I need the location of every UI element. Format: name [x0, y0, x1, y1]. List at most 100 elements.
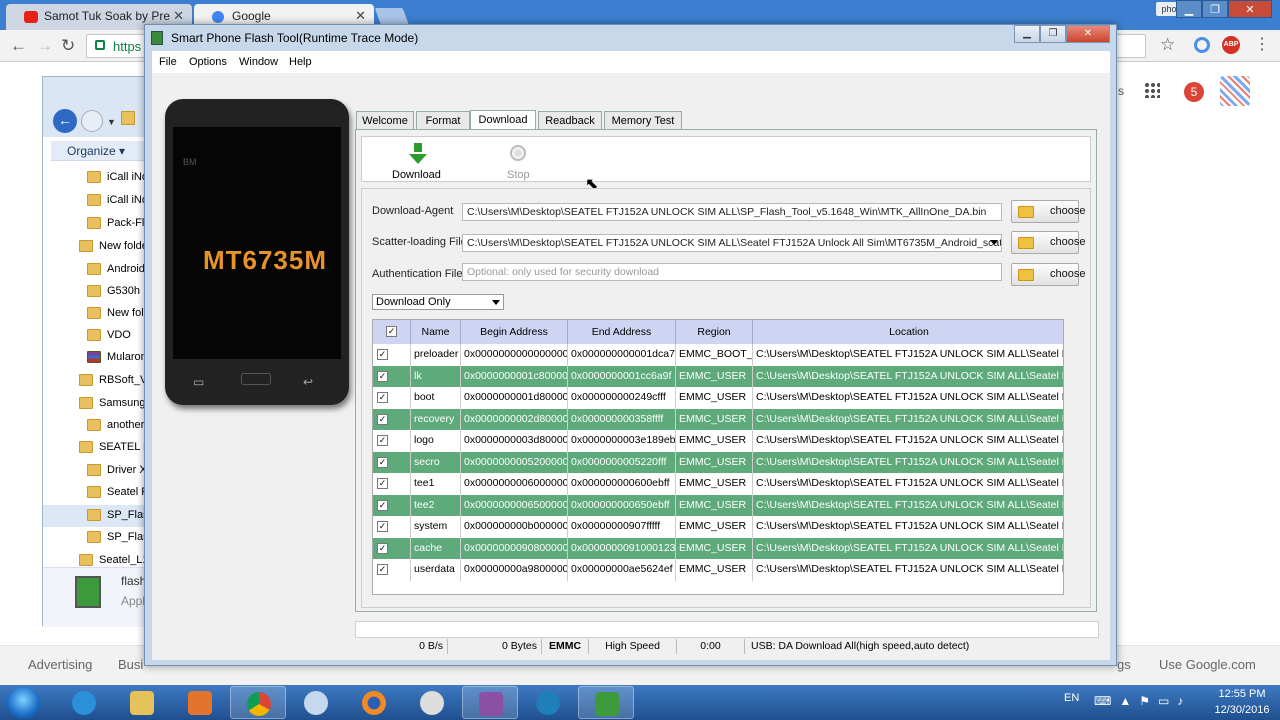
- tab-readback[interactable]: Readback: [538, 111, 602, 130]
- explorer-item[interactable]: iCall iNot: [43, 190, 155, 212]
- clock-time[interactable]: 12:55 PM: [1212, 688, 1272, 700]
- explorer-item[interactable]: Mularoni: [43, 347, 155, 369]
- auth-file-field[interactable]: Optional: only used for security downloa…: [462, 263, 1002, 281]
- tray-icons[interactable]: ⌨▲⚑▭♪: [1094, 694, 1191, 708]
- maximize-icon[interactable]: ❐: [1040, 25, 1066, 43]
- start-button[interactable]: [6, 687, 40, 719]
- partition-checkbox[interactable]: ✓: [377, 521, 388, 532]
- close-tab-icon[interactable]: ✕: [173, 8, 184, 24]
- partition-checkbox[interactable]: ✓: [377, 478, 388, 489]
- close-icon[interactable]: ✕: [1228, 0, 1272, 18]
- taskbar-video[interactable]: [520, 686, 576, 719]
- close-icon[interactable]: ✕: [1066, 25, 1110, 43]
- partition-checkbox[interactable]: ✓: [377, 456, 388, 468]
- chrome-menu-icon[interactable]: ⋮: [1254, 34, 1270, 54]
- forward-icon[interactable]: →: [36, 36, 53, 56]
- choose-scatter-button[interactable]: choose: [1011, 231, 1085, 254]
- explorer-item[interactable]: iCall iNot: [43, 167, 155, 189]
- scatter-file-select[interactable]: C:\Users\M\Desktop\SEATEL FTJ152A UNLOCK…: [462, 234, 1002, 252]
- partition-checkbox[interactable]: ✓: [377, 564, 388, 575]
- partition-checkbox[interactable]: ✓: [377, 370, 388, 382]
- tab-format[interactable]: Format: [416, 111, 470, 130]
- table-row[interactable]: ✓ system 0x000000000b000000 0x00000000907ff…: [373, 516, 1063, 538]
- back-icon[interactable]: ←: [53, 109, 77, 133]
- menu-help[interactable]: Help: [289, 56, 312, 68]
- close-tab-icon[interactable]: ✕: [355, 8, 366, 24]
- table-row[interactable]: ✓ lk 0x0000000001c80000 0x0000000001cc6a9f E…: [373, 365, 1063, 387]
- explorer-item[interactable]: New fold: [43, 303, 155, 325]
- explorer-item[interactable]: another_: [43, 415, 155, 437]
- star-icon[interactable]: ☆: [1160, 35, 1175, 55]
- explorer-item[interactable]: SP_Flash: [43, 527, 155, 549]
- menu-options[interactable]: Options: [189, 56, 227, 68]
- table-row[interactable]: ✓ tee2 0x0000000006500000 0x000000000650ebf…: [373, 494, 1063, 516]
- explorer-item[interactable]: Driver Xi: [43, 460, 155, 482]
- footer-link-business[interactable]: Busi: [118, 657, 143, 672]
- taskbar-media[interactable]: [172, 686, 228, 719]
- download-mode-select[interactable]: Download Only: [372, 294, 504, 310]
- organize-button[interactable]: Organize ▾: [51, 141, 155, 161]
- taskbar-tool[interactable]: [462, 686, 518, 719]
- extension-icon[interactable]: [1194, 37, 1210, 53]
- partition-checkbox[interactable]: ✓: [377, 499, 388, 511]
- tab-download[interactable]: Download: [470, 110, 536, 130]
- choose-auth-button[interactable]: choose: [1011, 263, 1085, 286]
- explorer-item[interactable]: VDO: [43, 325, 155, 347]
- explorer-item[interactable]: New folde: [43, 236, 155, 258]
- explorer-item[interactable]: RBSoft_V1: [43, 370, 155, 392]
- tab-memory-test[interactable]: Memory Test: [604, 111, 682, 130]
- forward-icon[interactable]: [81, 110, 103, 132]
- chevron-down-icon[interactable]: ▼: [107, 117, 116, 127]
- table-row[interactable]: ✓ cache 0x0000000090800000 0x00000000910001…: [373, 537, 1063, 559]
- taskbar-firefox[interactable]: [346, 686, 402, 719]
- table-row[interactable]: ✓ logo 0x0000000003d80000 0x0000000003e189e…: [373, 430, 1063, 452]
- back-icon[interactable]: ←: [10, 36, 27, 56]
- taskbar-messenger[interactable]: [404, 686, 460, 719]
- col-begin[interactable]: Begin Address: [461, 320, 568, 344]
- taskbar-chrome[interactable]: [230, 686, 286, 719]
- footer-link-settings[interactable]: gs: [1117, 657, 1131, 672]
- choose-da-button[interactable]: choose: [1011, 200, 1085, 223]
- avatar[interactable]: [1220, 76, 1250, 106]
- minimize-icon[interactable]: ▁: [1176, 0, 1202, 18]
- partition-checkbox[interactable]: ✓: [377, 392, 388, 403]
- footer-link-use-google[interactable]: Use Google.com: [1159, 657, 1256, 672]
- partition-checkbox[interactable]: ✓: [377, 542, 388, 554]
- col-location[interactable]: Location: [753, 320, 1063, 344]
- reload-icon[interactable]: ↻: [61, 36, 75, 56]
- partition-checkbox[interactable]: ✓: [377, 349, 388, 360]
- notification-badge[interactable]: 5: [1184, 82, 1204, 102]
- table-row[interactable]: ✓ boot 0x0000000001d80000 0x000000000249cff…: [373, 387, 1063, 409]
- language-indicator[interactable]: EN: [1064, 692, 1079, 704]
- taskbar-ie[interactable]: [56, 686, 112, 719]
- select-all-checkbox[interactable]: ✓: [386, 326, 397, 337]
- table-row[interactable]: ✓ tee1 0x0000000006000000 0x000000000600ebf…: [373, 473, 1063, 495]
- menu-window[interactable]: Window: [239, 56, 278, 68]
- partition-checkbox[interactable]: ✓: [377, 413, 388, 425]
- explorer-item[interactable]: SEATEL FT: [43, 437, 155, 459]
- col-end[interactable]: End Address: [568, 320, 676, 344]
- clock-date[interactable]: 12/30/2016: [1212, 704, 1272, 716]
- table-row[interactable]: ✓ userdata 0x00000000a9800000 0x00000000ae5…: [373, 559, 1063, 581]
- col-region[interactable]: Region: [676, 320, 753, 344]
- tab-welcome[interactable]: Welcome: [356, 111, 414, 130]
- explorer-item[interactable]: Seatel F: [43, 482, 155, 504]
- footer-link-advertising[interactable]: Advertising: [28, 657, 92, 672]
- menu-file[interactable]: File: [159, 56, 177, 68]
- table-row[interactable]: ✓ secro 0x0000000005200000 0x0000000005220f…: [373, 451, 1063, 473]
- taskbar-flash-tool[interactable]: [578, 686, 634, 719]
- taskbar-explorer[interactable]: [114, 686, 170, 719]
- explorer-item[interactable]: Samsung: [43, 393, 155, 415]
- partition-checkbox[interactable]: ✓: [377, 435, 388, 446]
- explorer-item[interactable]: SP_Flash: [43, 505, 155, 527]
- col-name[interactable]: Name: [411, 320, 461, 344]
- taskbar-app[interactable]: [288, 686, 344, 719]
- maximize-icon[interactable]: ❐: [1202, 0, 1228, 18]
- table-row[interactable]: ✓ recovery 0x0000000002d80000 0x00000000035…: [373, 408, 1063, 430]
- minimize-icon[interactable]: ▁: [1014, 25, 1040, 43]
- adblock-icon[interactable]: ABP: [1222, 36, 1240, 54]
- download-agent-field[interactable]: C:\Users\M\Desktop\SEATEL FTJ152A UNLOCK…: [462, 203, 1002, 221]
- table-row[interactable]: ✓ preloader 0x0000000000000000 0x0000000000…: [373, 344, 1063, 366]
- explorer-item[interactable]: Pack-Fla: [43, 213, 155, 235]
- explorer-item[interactable]: G530h M: [43, 281, 155, 303]
